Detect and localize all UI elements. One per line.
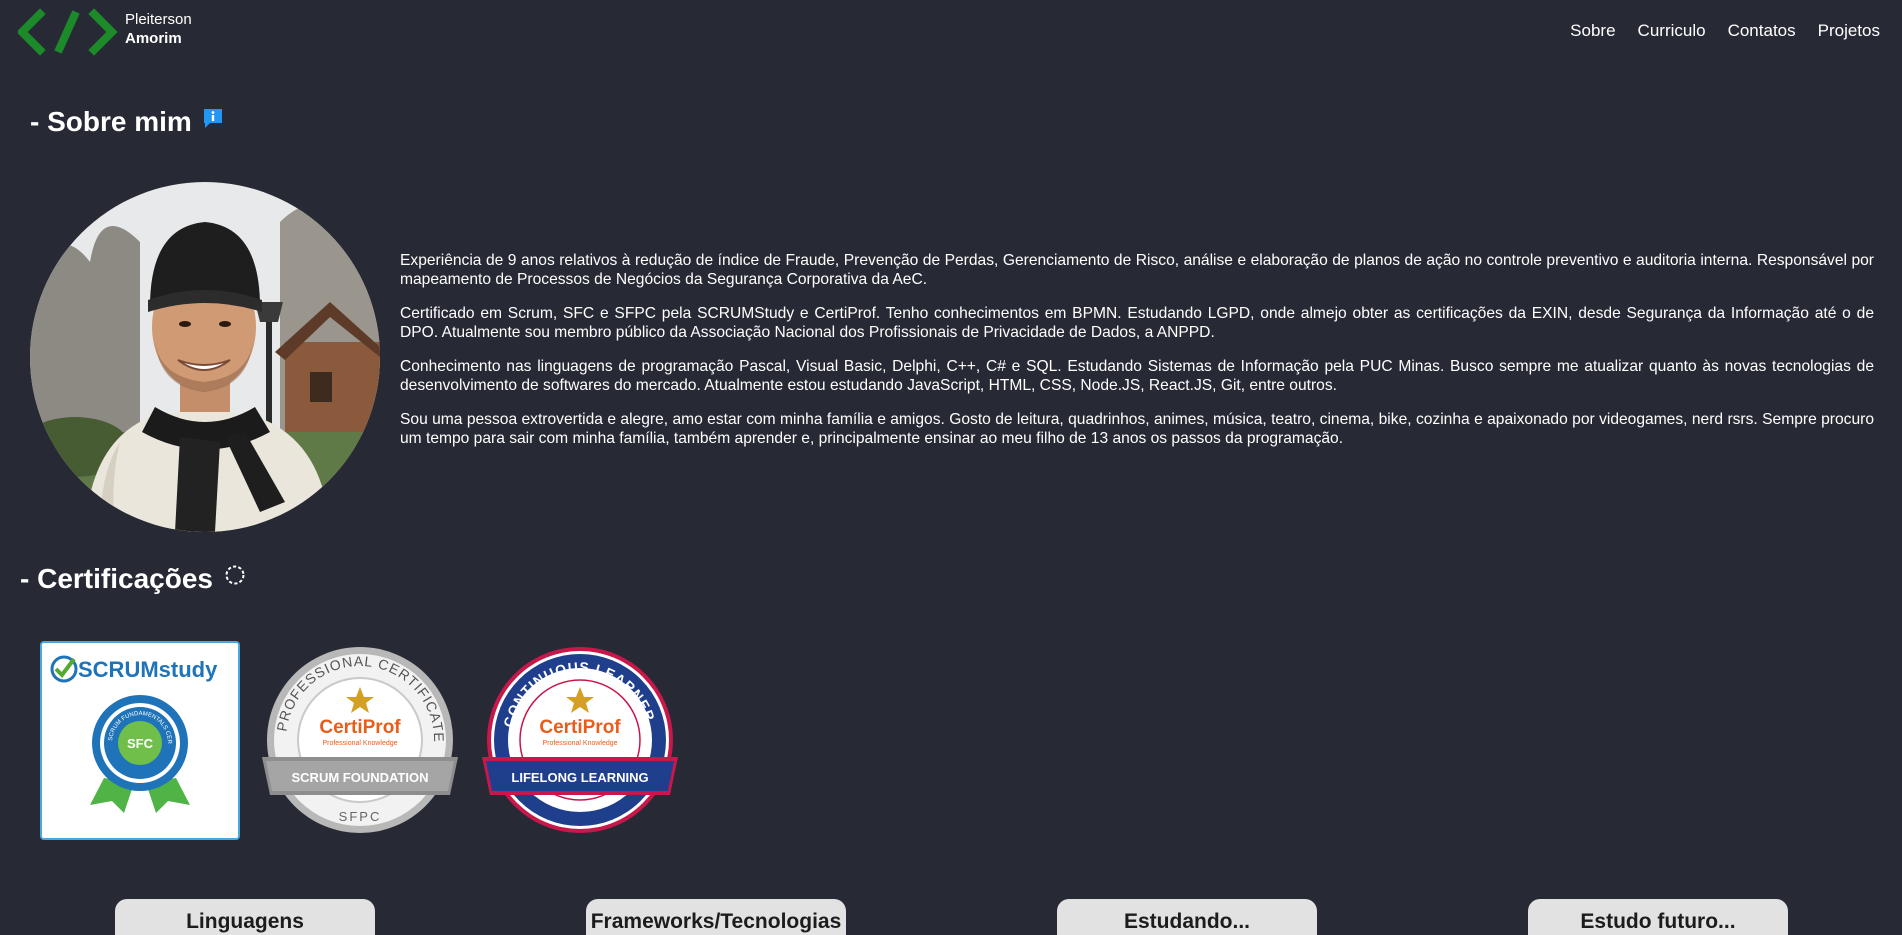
brand-last-name: Amorim	[125, 30, 182, 47]
nav-projetos[interactable]: Projetos	[1818, 21, 1880, 41]
certiprof-sfpc-badge[interactable]: PROFESSIONAL CERTIFICATE CertiProf Profe…	[262, 645, 458, 835]
lll-code-text: LLL	[565, 809, 595, 824]
code-brackets-icon[interactable]	[18, 8, 118, 56]
certifications-section-title: - Certificações	[20, 563, 247, 595]
nav-curriculo[interactable]: Curriculo	[1638, 21, 1706, 41]
info-icon	[203, 109, 222, 128]
nav-contatos[interactable]: Contatos	[1728, 21, 1796, 41]
sfc-badge-text: SFC	[127, 736, 154, 751]
lll-sub-text: Professional Knowledge	[542, 740, 617, 747]
tab-frameworks-tecnologias[interactable]: Frameworks/Tecnologias	[586, 899, 846, 935]
tab-estudando[interactable]: Estudando...	[1057, 899, 1317, 935]
tab-linguagens[interactable]: Linguagens	[115, 899, 375, 935]
certiprof-lll-badge[interactable]: CONTINUOUS LEARNER CertiProf Professiona…	[482, 645, 678, 835]
tab-estudo-futuro[interactable]: Estudo futuro...	[1528, 899, 1788, 935]
sfpc-brand-text: CertiProf	[319, 717, 401, 738]
certifications-title-text: - Certificações	[20, 563, 213, 594]
sfpc-code-text: SFPC	[339, 809, 382, 824]
scrumstudy-brand-text: SCRUMstudy	[78, 657, 218, 682]
scrumstudy-sfc-badge[interactable]: SCRUMstudy SFC SCRUM FUNDAMENTALS CERTIF…	[40, 639, 240, 840]
lll-ribbon-text: LIFELONG LEARNING	[511, 770, 648, 785]
brand-name[interactable]: Pleiterson Amorim	[125, 10, 192, 48]
about-paragraph: Certificado em Scrum, SFC e SFPC pela SC…	[400, 305, 1874, 341]
sfpc-ribbon-text: SCRUM FOUNDATION	[292, 770, 429, 785]
about-section-title: - Sobre mim	[30, 106, 224, 138]
about-paragraph: Experiência de 9 anos relativos à reduçã…	[400, 252, 1874, 288]
sfpc-sub-text: Professional Knowledge	[322, 740, 397, 747]
loader-icon	[225, 565, 245, 585]
header: Pleiterson Amorim Sobre Curriculo Contat…	[0, 0, 1902, 64]
nav-sobre[interactable]: Sobre	[1570, 21, 1615, 41]
about-paragraph: Conhecimento nas linguagens de programaç…	[400, 358, 1874, 394]
lll-brand-text: CertiProf	[539, 717, 621, 738]
profile-photo	[30, 182, 380, 532]
top-nav: Sobre Curriculo Contatos Projetos	[1570, 21, 1880, 41]
about-text: Experiência de 9 anos relativos à reduçã…	[400, 251, 1874, 463]
about-title-text: - Sobre mim	[30, 106, 192, 137]
portfolio-page: Pleiterson Amorim Sobre Curriculo Contat…	[0, 0, 1902, 935]
brand-first-name: Pleiterson	[125, 11, 192, 28]
about-paragraph: Sou uma pessoa extrovertida e alegre, am…	[400, 411, 1874, 447]
